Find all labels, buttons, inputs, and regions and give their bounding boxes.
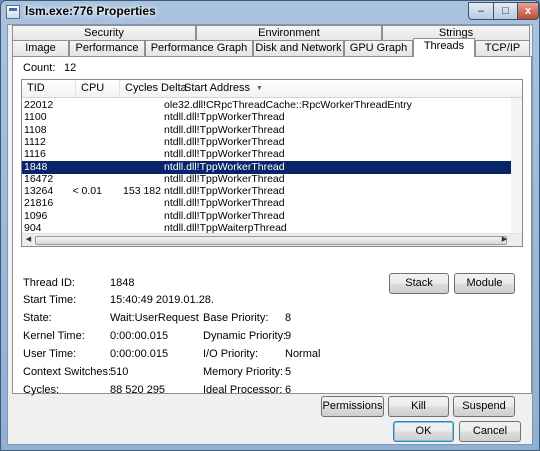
start-address-cell: ntdll.dll!TppWorkerThread (164, 197, 285, 210)
context-switches-value: 510 (110, 366, 129, 378)
thread-row[interactable]: 1096 ntdll.dll!TppWorkerThread (22, 210, 522, 223)
user-time-label: User Time: (23, 348, 77, 360)
tid-cell: 1096 (24, 209, 48, 222)
start-address-cell: ntdll.dll!TppWorkerThread (164, 148, 285, 161)
tid-cell: 1848 (24, 160, 48, 173)
start-time-label: Start Time: (23, 294, 77, 306)
user-time-value: 0:00:00.015 (110, 348, 169, 360)
horizontal-scrollbar[interactable]: ◀ ▶ (22, 233, 522, 246)
column-header-start-address-label: Start Address (184, 82, 251, 94)
tid-cell: 22012 (24, 99, 54, 111)
column-header-cpu[interactable]: CPU (76, 80, 120, 98)
sort-descending-icon: ▼ (256, 85, 263, 92)
state-value: Wait:UserRequest (110, 312, 199, 324)
thread-row[interactable]: 1116 ntdll.dll!TppWorkerThread (22, 148, 522, 161)
thread-row[interactable]: 1108 ntdll.dll!TppWorkerThread (22, 124, 522, 137)
tid-cell: 21816 (24, 197, 54, 210)
cycles-value: 88 520 295 (110, 384, 166, 396)
state-label: State: (23, 312, 52, 324)
title-bar[interactable]: lsm.exe:776 Properties – □ x (1, 1, 539, 23)
start-address-cell: ole32.dll!CRpcThreadCache::RpcWorkerThre… (164, 99, 412, 111)
tid-cell: 1108 (24, 123, 47, 136)
scroll-thumb[interactable] (35, 236, 507, 245)
start-time-value: 15:40:49 2019.01.28. (110, 294, 214, 306)
list-header: TID CPU Cycles Delta Start Address ▼ (22, 80, 522, 98)
tab-gpu-graph[interactable]: GPU Graph (344, 40, 413, 56)
thread-row[interactable]: 1100 ntdll.dll!TppWorkerThread (22, 111, 522, 124)
start-address-cell: ntdll.dll!TppWorkerThread (164, 160, 285, 173)
tab-tcp-ip[interactable]: TCP/IP (475, 40, 530, 56)
tab-disk-and-network[interactable]: Disk and Network (253, 40, 344, 56)
start-address-cell: ntdll.dll!TppWorkerThread (164, 185, 285, 198)
thread-id-value: 1848 (110, 277, 135, 289)
stack-button[interactable]: Stack (389, 273, 449, 294)
tab-threads[interactable]: Threads (413, 38, 475, 57)
vertical-scroll-gap (511, 98, 522, 234)
tab-security[interactable]: Security (12, 25, 196, 41)
cpu-cell: < 0.01 (72, 185, 103, 198)
base-priority-value: 8 (285, 312, 292, 324)
close-button[interactable]: x (517, 2, 539, 20)
start-address-cell: ntdll.dll!TppWorkerThread (164, 172, 285, 185)
ok-button[interactable]: OK (393, 421, 454, 442)
thread-row[interactable]: 13264 < 0.01 153 182 ntdll.dll!TppWorkerThr… (22, 185, 522, 198)
thread-row[interactable]: 16472 ntdll.dll!TppWorkerThread (22, 173, 522, 186)
tid-cell: 13264 (24, 185, 54, 198)
kill-button[interactable]: Kill (388, 396, 449, 417)
io-priority-label: I/O Priority: (203, 348, 259, 360)
base-priority-label: Base Priority: (203, 312, 269, 324)
window-title: lsm.exe:776 Properties (25, 4, 156, 18)
tab-performance-graph[interactable]: Performance Graph (145, 40, 253, 56)
ideal-processor-label: Ideal Processor: (203, 384, 283, 396)
cancel-button[interactable]: Cancel (459, 421, 521, 442)
cycles-label: Cycles: (23, 384, 60, 396)
scroll-left-arrow-icon[interactable]: ◀ (23, 234, 34, 246)
thread-id-label: Thread ID: (23, 277, 75, 289)
ideal-processor-value: 6 (285, 384, 292, 396)
tab-performance[interactable]: Performance (69, 40, 145, 56)
context-switches-label: Context Switches: (23, 366, 112, 378)
column-header-tid[interactable]: TID (22, 80, 76, 98)
tab-environment[interactable]: Environment (196, 25, 382, 41)
module-button[interactable]: Module (454, 273, 515, 294)
permissions-button[interactable]: Permissions (321, 396, 384, 417)
properties-window: lsm.exe:776 Properties – □ x Security En… (0, 0, 540, 451)
scroll-right-arrow-icon[interactable]: ▶ (499, 234, 510, 246)
kernel-time-value: 0:00:00.015 (110, 330, 169, 342)
suspend-button[interactable]: Suspend (453, 396, 515, 417)
thread-row[interactable]: 22012 ole32.dll!CRpcThreadCache::RpcWorke… (22, 99, 522, 112)
maximize-button[interactable]: □ (493, 2, 518, 20)
threads-list[interactable]: TID CPU Cycles Delta Start Address ▼ 2201… (21, 79, 523, 247)
tid-cell: 1100 (24, 111, 47, 124)
count-label: Count: (23, 62, 56, 74)
column-header-start-address[interactable]: Start Address ▼ (179, 80, 522, 98)
cycles-delta-cell: 153 182 (123, 185, 161, 198)
tid-cell: 16472 (24, 172, 54, 185)
tab-image[interactable]: Image (12, 40, 69, 56)
tid-cell: 1112 (24, 135, 46, 148)
column-header-cycles-delta[interactable]: Cycles Delta (120, 80, 187, 98)
thread-row[interactable]: 21816 ntdll.dll!TppWorkerThread (22, 197, 522, 210)
minimize-button[interactable]: – (468, 2, 494, 20)
kernel-time-label: Kernel Time: (23, 330, 85, 342)
tid-cell: 1116 (24, 148, 46, 161)
thread-row[interactable]: 1112 ntdll.dll!TppWorkerThread (22, 136, 522, 149)
memory-priority-value: 5 (285, 366, 292, 378)
start-address-cell: ntdll.dll!TppWorkerThread (164, 123, 285, 136)
app-icon (6, 5, 20, 19)
dynamic-priority-label: Dynamic Priority: (203, 330, 287, 342)
io-priority-value: Normal (285, 348, 321, 360)
count-value: 12 (64, 62, 77, 74)
start-address-cell: ntdll.dll!TppWorkerThread (164, 209, 285, 222)
start-address-cell: ntdll.dll!TppWorkerThread (164, 135, 285, 148)
memory-priority-label: Memory Priority: (203, 366, 284, 378)
threads-panel: Count: 12 TID CPU Cycles Delta Start Add… (12, 56, 532, 417)
thread-row[interactable]: 1848 ntdll.dll!TppWorkerThread (22, 160, 522, 174)
dialog-client: Security Environment Strings Image Perfo… (7, 24, 533, 445)
dynamic-priority-value: 9 (285, 330, 292, 342)
start-address-cell: ntdll.dll!TppWorkerThread (164, 111, 285, 124)
